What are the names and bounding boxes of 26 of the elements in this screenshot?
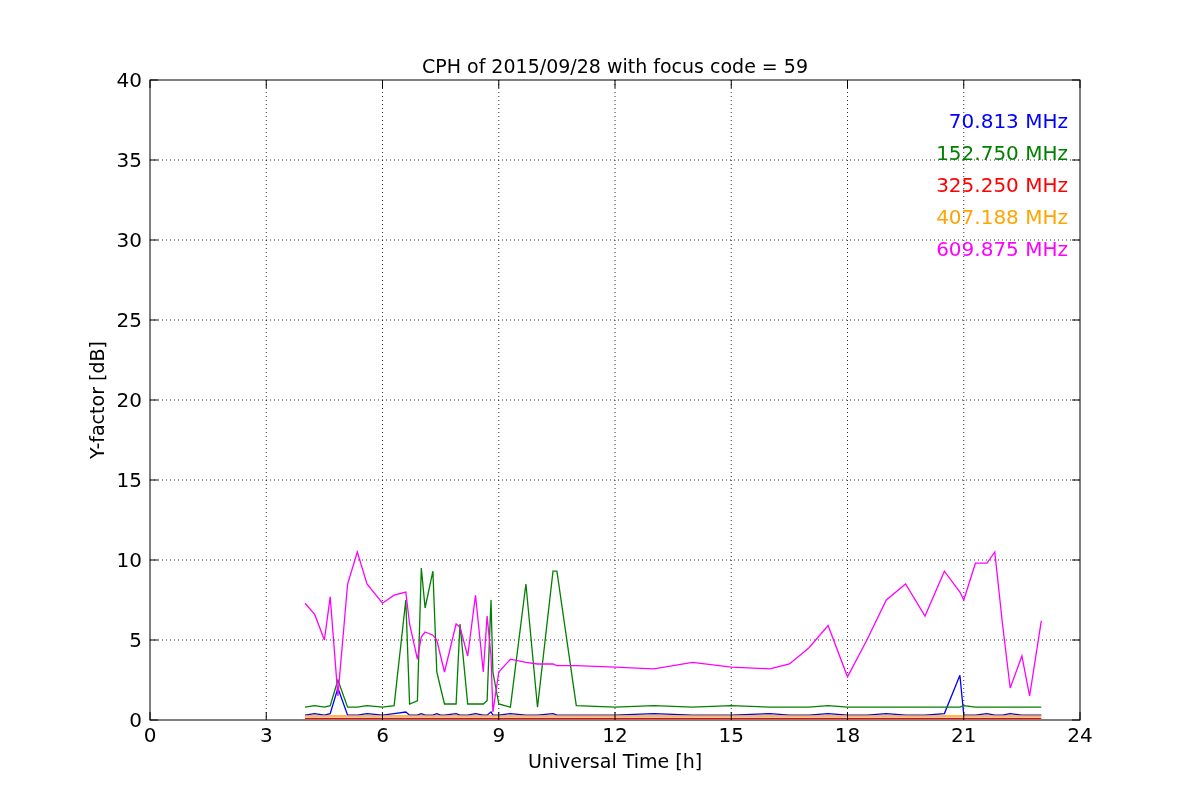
y-tick-label: 25 <box>116 308 142 332</box>
y-tick-label: 40 <box>116 68 142 92</box>
x-axis-label: Universal Time [h] <box>527 750 703 772</box>
x-tick-label: 15 <box>718 723 744 747</box>
y-tick-label: 10 <box>116 548 142 572</box>
y-tick-label: 5 <box>129 628 142 652</box>
y-tick-label: 0 <box>129 708 142 732</box>
legend-label: 325.250 MHz <box>936 173 1068 197</box>
x-tick-label: 12 <box>602 723 628 747</box>
y-tick-label: 35 <box>116 148 142 172</box>
x-tick-label: 21 <box>951 723 977 747</box>
y-tick-label: 20 <box>116 388 142 412</box>
x-tick-label: 24 <box>1067 723 1093 747</box>
x-tick-label: 6 <box>376 723 389 747</box>
legend-label: 407.188 MHz <box>936 205 1068 229</box>
legend-label: 152.750 MHz <box>936 141 1068 165</box>
chart-title: CPH of 2015/09/28 with focus code = 59 <box>422 55 808 77</box>
x-tick-label: 3 <box>259 723 273 747</box>
legend-label: 70.813 MHz <box>948 109 1068 133</box>
x-tick-label: 18 <box>834 723 861 747</box>
x-tick-label: 9 <box>492 723 506 747</box>
y-tick-label: 15 <box>116 468 142 492</box>
y-axis-label: Y-factor [dB] <box>86 341 108 459</box>
x-tick-label: 0 <box>143 723 157 747</box>
y-tick-label: 30 <box>116 228 142 252</box>
legend-label: 609.875 MHz <box>936 237 1068 261</box>
